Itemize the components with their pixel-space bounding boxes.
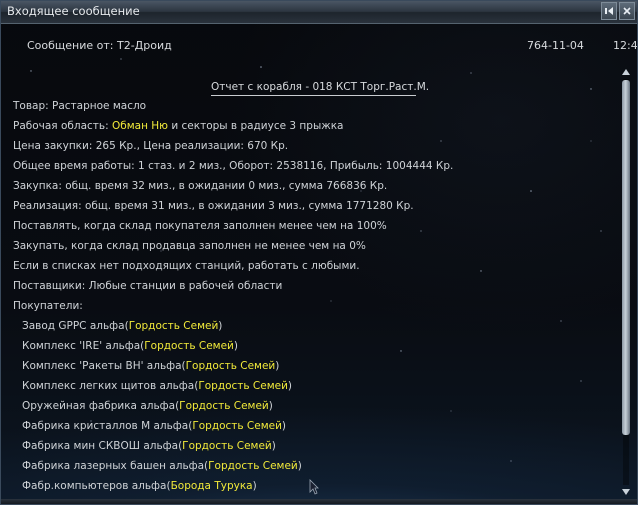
scroll-up-icon[interactable] [621,67,631,77]
close-icon[interactable] [619,2,635,20]
message-time: 12:43 [613,39,638,52]
buyer-item: Фабрика лазерных башен альфа(Гордость Се… [13,456,603,476]
buyer-item: Комплекс 'IRE' альфа(Гордость Семей) [13,336,603,356]
scrollbar-thumb[interactable] [622,80,630,435]
window-bottom-border [1,499,637,504]
window-controls [601,2,635,20]
buyer-sector-link[interactable]: Гордость Семей [179,400,269,412]
buyer-close: ) [271,440,276,452]
work-area-suffix: и секторы в радиусе 3 прыжка [168,120,344,132]
prices-line: Цена закупки: 265 Кр., Цена реализации: … [13,140,289,152]
message-date: 764-11-04 [527,39,584,52]
title-bar[interactable]: Входящее сообщение [1,1,637,24]
buyer-close: ) [297,460,302,472]
work-area-prefix: Рабочая область: [13,120,112,132]
window-title: Входящее сообщение [7,4,140,18]
restore-icon[interactable] [601,2,617,20]
buyer-sector-link[interactable]: Гордость Семей [144,340,234,352]
buyer-name: Фабрика мин СКВОШ альфа( [22,440,183,452]
buyer-close: ) [287,380,293,392]
buyer-name: Комплекс легких щитов альфа( [22,380,199,392]
sales-line: Реализация: общ. время 31 миз., в ожидан… [13,200,414,212]
buyer-item: Комплекс легких щитов альфа(Гордость Сем… [13,376,603,396]
buyer-name: Фабр.компьютеров альфа( [22,480,171,492]
goods-line: Товар: Растарное масло [13,100,147,112]
report-body: Товар: Растарное масло Рабочая область: … [13,96,603,496]
buyer-sector-link[interactable]: Гордость Семей [208,460,298,472]
mouse-cursor-icon [309,479,319,495]
buyer-item: Фабрика кристаллов М альфа(Гордость Семе… [13,416,603,436]
message-window: Входящее сообщение Сообщение от: Т2-Дрои… [0,0,638,505]
work-area-line: Рабочая область: Обман Ню и секторы в ра… [13,116,603,136]
buyer-item: Оружейная фабрика альфа(Гордость Семей) [13,396,603,416]
buyer-close: ) [218,320,223,332]
buyer-name: Фабрика кристаллов М альфа( [22,420,193,432]
buyer-name: Комплекс 'Ракеты ВН' альфа( [22,360,186,372]
deliver-rule-line: Поставлять, когда склад покупателя запол… [13,220,387,232]
buy-rule-line: Закупать, когда склад продавца заполнен … [13,240,366,252]
suppliers-line: Поставщики: Любые станции в рабочей обла… [13,280,283,292]
buyers-label: Покупатели: [13,300,83,312]
work-area-sector-link[interactable]: Обман Ню [112,120,168,132]
buyer-sector-link[interactable]: Гордость Семей [192,420,282,432]
buyer-item: Фабрика мин СКВОШ альфа(Гордость Семей) [13,436,603,456]
buyer-name: Фабрика лазерных башен альфа( [22,460,209,472]
buyer-sector-link[interactable]: Борода Турука [171,480,253,492]
buyer-close: ) [281,420,287,432]
buyer-sector-link[interactable]: Гордость Семей [186,360,276,372]
buyer-item: Завод GPPC альфа(Гордость Семей) [13,316,603,336]
buyer-close: ) [268,400,273,412]
buyer-name: Комплекс 'IRE' альфа( [22,340,145,352]
buyer-sector-link[interactable]: Гордость Семей [182,440,272,452]
buyer-item: Комплекс 'Ракеты ВН' альфа(Гордость Семе… [13,356,603,376]
message-sender: Сообщение от: Т2-Дроид [27,39,172,52]
vertical-scrollbar[interactable] [621,67,631,497]
buyer-close: ) [275,360,280,372]
buyer-sector-link[interactable]: Гордость Семей [129,320,219,332]
buyer-sector-link[interactable]: Гордость Семей [198,380,288,392]
buyer-close: ) [233,340,238,352]
report-title: Отчет с корабля - 018 КСТ Торг.Раст.М. [211,81,429,96]
purchase-line: Закупка: общ. время 32 миз., в ожидании … [13,180,388,192]
buyer-name: Оружейная фабрика альфа( [22,400,180,412]
buyer-item: Фабр.компьютеров альфа(Борода Турука) [13,476,603,496]
buyer-name: Завод GPPC альфа( [22,320,129,332]
fallback-rule-line: Если в списках нет подходящих станций, р… [13,260,360,272]
buyer-close: ) [252,480,257,492]
totals-line: Общее время работы: 1 стаз. и 2 миз., Об… [13,160,454,172]
scroll-down-icon[interactable] [621,487,631,497]
